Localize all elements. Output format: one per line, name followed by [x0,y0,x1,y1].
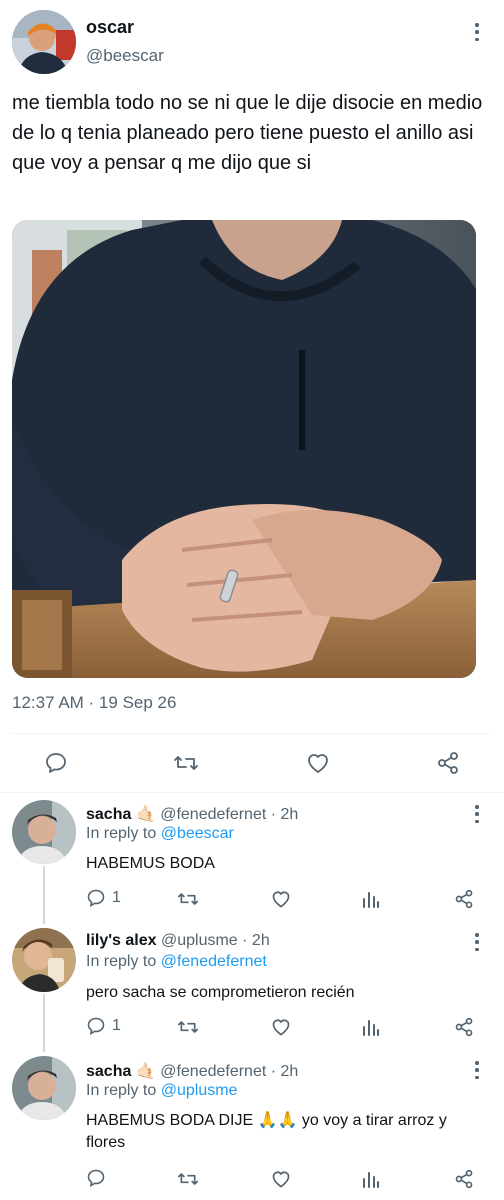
author-avatar[interactable] [12,10,76,74]
thread-line [43,866,45,924]
like-button[interactable] [305,751,331,775]
reply-author-emoji: 🤙🏻 [135,1063,156,1080]
reply-handle[interactable]: @uplusme [161,932,238,949]
reply-avatar[interactable] [12,1056,76,1120]
reply-handle[interactable]: @fenedefernet [160,1063,266,1080]
reply-header: lily's alex @uplusme · 2h [86,932,270,950]
reply-icon [87,889,105,908]
analytics-icon [363,1172,379,1188]
reply-share-button[interactable] [454,1169,474,1189]
reply-stats-button[interactable] [362,1017,380,1037]
share-icon [455,889,473,909]
divider [0,792,504,793]
reply-like-button[interactable] [270,1017,292,1037]
reply-count: 1 [112,1017,121,1034]
share-icon [455,1017,473,1037]
reply-icon [87,1169,105,1188]
reply-more-menu[interactable] [469,1059,485,1081]
share-icon [438,752,458,774]
share-button[interactable] [436,751,460,775]
in-reply-to-label: In reply to [86,1082,157,1099]
retweet-icon [178,1021,199,1033]
retweet-icon [178,1173,199,1185]
reply-share-button[interactable] [454,889,474,909]
reply-author-name[interactable]: sacha [86,1063,131,1080]
reply-header: sacha 🤙🏻 @fenedefernet · 2h [86,804,298,824]
retweet-button[interactable] [172,751,200,775]
reply-reply-button[interactable] [86,1168,112,1188]
analytics-icon [363,892,379,908]
thread-line [43,994,45,1052]
divider [12,733,490,734]
reply-text: HABEMUS BODA [86,855,215,872]
author-name[interactable]: oscar [86,17,134,38]
share-icon [455,1169,473,1189]
heart-icon [272,891,290,908]
reply-age: · 2h [270,806,299,823]
reply-stats-button[interactable] [362,889,380,909]
reply-count: 1 [112,889,121,906]
reply-retweet-button[interactable] [176,1169,200,1189]
reply-avatar[interactable] [12,928,76,992]
author-handle[interactable]: @beescar [86,46,164,66]
reply-like-button[interactable] [270,1169,292,1189]
reply-text: pero sacha se comprometieron recién [86,984,355,1001]
heart-icon [308,754,328,773]
reply-retweet-button[interactable] [176,1017,200,1037]
reply-author-name[interactable]: sacha [86,806,131,823]
reply-avatar[interactable] [12,800,76,864]
in-reply-to-label: In reply to [86,825,157,842]
reply-author-emoji: 🤙🏻 [135,806,156,823]
in-reply-to: In reply to @fenedefernet [86,953,267,971]
in-reply-to-handle[interactable]: @fenedefernet [161,953,267,970]
reply-text: HABEMUS BODA DIJE 🙏🙏 yo voy a tirar arro… [86,1112,447,1151]
in-reply-to: In reply to @beescar [86,825,234,843]
reply-more-menu[interactable] [469,803,485,825]
reply-age: · 2h [242,932,270,949]
reply-author-name[interactable]: lily's alex [86,932,157,949]
in-reply-to: In reply to @uplusme [86,1082,237,1100]
in-reply-to-label: In reply to [86,953,157,970]
reply-share-button[interactable] [454,1017,474,1037]
reply-like-button[interactable] [270,889,292,909]
reply-retweet-button[interactable] [176,889,200,909]
reply-header: sacha 🤙🏻 @fenedefernet · 2h [86,1061,298,1081]
heart-icon [272,1171,290,1188]
reply-reply-button[interactable]: 1 [86,888,121,908]
analytics-icon [363,1020,379,1036]
reply-more-menu[interactable] [469,931,485,953]
reply-age: · 2h [270,1063,299,1080]
tweet-photo[interactable] [12,220,476,678]
reply-handle[interactable]: @fenedefernet [160,806,266,823]
tweet-text: me tiembla todo no se ni que le dije dis… [12,92,483,174]
reply-stats-button[interactable] [362,1169,380,1189]
tweet-timestamp[interactable]: 12:37 AM · 19 Sep 26 [12,693,176,713]
heart-icon [272,1019,290,1036]
reply-icon [87,1017,105,1036]
tweet-more-menu[interactable] [469,21,485,43]
retweet-icon [178,893,199,905]
in-reply-to-handle[interactable]: @beescar [161,825,234,842]
in-reply-to-handle[interactable]: @uplusme [161,1082,238,1099]
retweet-icon [174,756,198,770]
reply-button[interactable] [44,751,68,775]
reply-icon [46,753,66,773]
reply-reply-button[interactable]: 1 [86,1016,121,1036]
